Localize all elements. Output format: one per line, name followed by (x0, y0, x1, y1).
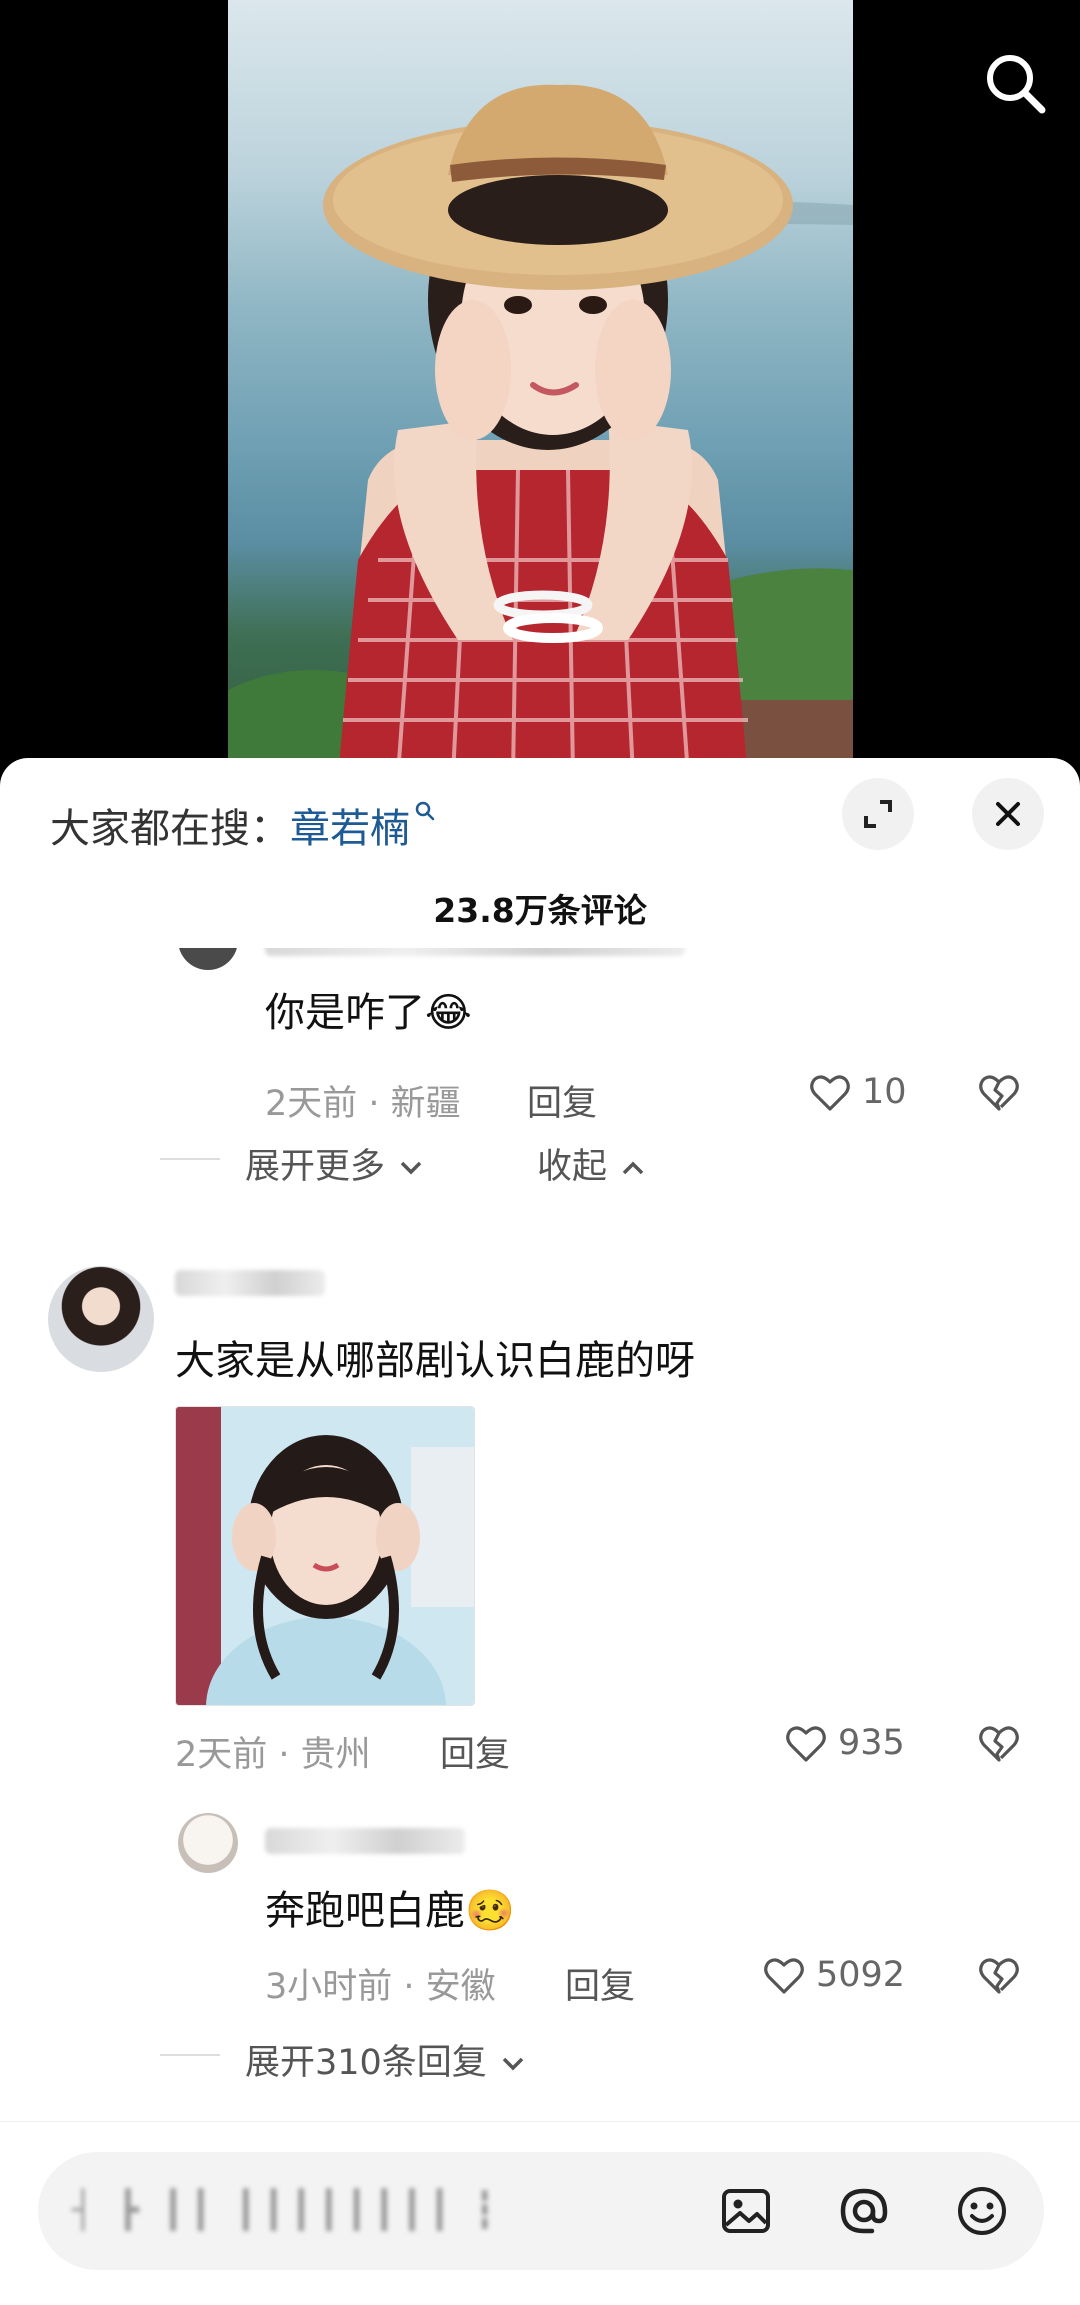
broken-heart-icon[interactable] (975, 1068, 1023, 1116)
close-icon (996, 802, 1020, 826)
hot-search-prefix: 大家都在搜： (50, 806, 290, 852)
comment-input-placeholder: ┤ ┣ ┃┃ ┃┃┃┃┃┃┃┃ ┇ (72, 2190, 502, 2231)
avatar[interactable] (48, 1266, 154, 1372)
heart-icon (764, 1958, 804, 1994)
keyword-search-icon (415, 801, 435, 821)
hot-search-keyword[interactable]: 章若楠 (290, 806, 410, 852)
video-player[interactable] (0, 0, 1080, 775)
expand-icon (864, 800, 892, 828)
comment-body: 奔跑吧白鹿 (265, 1888, 465, 1934)
username[interactable] (175, 1270, 325, 1296)
comment-text: 大家是从哪部剧认识白鹿的呀 (175, 1338, 695, 1384)
expand-more-button[interactable]: 展开更多 (245, 1138, 426, 1189)
emoji-icon[interactable] (952, 2181, 1012, 2241)
chevron-down-icon (400, 1161, 422, 1175)
like-count: 10 (862, 1072, 907, 1112)
reply-button[interactable]: 回复 (565, 1958, 635, 2009)
broken-heart-icon[interactable] (975, 1951, 1023, 1999)
chevron-up-icon (622, 1161, 644, 1175)
heart-icon (786, 1726, 826, 1762)
username[interactable] (265, 948, 685, 956)
reply-button[interactable]: 回复 (440, 1726, 510, 1777)
image-icon[interactable] (716, 2181, 776, 2241)
comment-list[interactable]: 你是咋了😂 2天前 · 新疆 回复 10 展开更多 收起 大家是从哪部剧认识白鹿… (0, 948, 1080, 2103)
avatar[interactable] (178, 1813, 238, 1873)
like-count: 5092 (816, 1955, 906, 1995)
comment-text: 奔跑吧白鹿🥴 (265, 1878, 515, 1936)
expand-more-label: 展开更多 (245, 1147, 386, 1187)
comment-body: 你是咋了 (265, 990, 425, 1036)
reply-button[interactable]: 回复 (527, 1075, 597, 1126)
at-icon[interactable] (834, 2181, 894, 2241)
expand-replies-button[interactable]: 展开310条回复 (245, 2034, 528, 2085)
comment-meta: 3小时前 · 安徽 (265, 1967, 496, 2007)
emoji-woozy: 🥴 (465, 1888, 515, 1934)
video-frame[interactable] (228, 0, 853, 775)
search-button[interactable] (980, 48, 1052, 120)
broken-heart-icon[interactable] (975, 1719, 1023, 1767)
collapse-button[interactable]: 收起 (537, 1138, 648, 1189)
comment-sheet: 大家都在搜：章若楠 23.8万条评论 你是咋了😂 2天前 · 新疆 回复 10 (0, 758, 1080, 2305)
comment-image[interactable] (175, 1406, 475, 1706)
comment-input[interactable]: ┤ ┣ ┃┃ ┃┃┃┃┃┃┃┃ ┇ (38, 2152, 1044, 2270)
like-button[interactable]: 10 (806, 1068, 907, 1116)
close-button[interactable] (972, 778, 1044, 850)
like-button[interactable]: 935 (782, 1719, 905, 1767)
username[interactable] (265, 1828, 465, 1854)
comment-input-bar: ┤ ┣ ┃┃ ┃┃┃┃┃┃┃┃ ┇ (0, 2121, 1080, 2305)
divider-line (160, 2054, 220, 2056)
expand-replies-label: 展开310条回复 (245, 2043, 487, 2083)
comment-meta: 2天前 · 新疆 (265, 1084, 461, 1124)
comment-photo (176, 1407, 474, 1705)
comment-text: 你是咋了😂 (265, 980, 472, 1038)
search-icon (987, 55, 1046, 114)
heart-icon (810, 1075, 850, 1111)
like-button[interactable]: 5092 (760, 1951, 905, 1999)
fullscreen-button[interactable] (842, 778, 914, 850)
chevron-down-icon (502, 2057, 524, 2071)
like-count: 935 (838, 1723, 905, 1763)
comment-meta: 2天前 · 贵州 (175, 1735, 371, 1775)
video-thumbnail-image (228, 84, 853, 775)
avatar[interactable] (178, 948, 238, 970)
emoji-laughing: 😂 (425, 990, 472, 1036)
collapse-label: 收起 (537, 1147, 608, 1187)
comment-count-title: 23.8万条评论 (433, 891, 647, 930)
divider-line (160, 1158, 220, 1160)
hot-search-bar: 大家都在搜：章若楠 (50, 796, 436, 854)
